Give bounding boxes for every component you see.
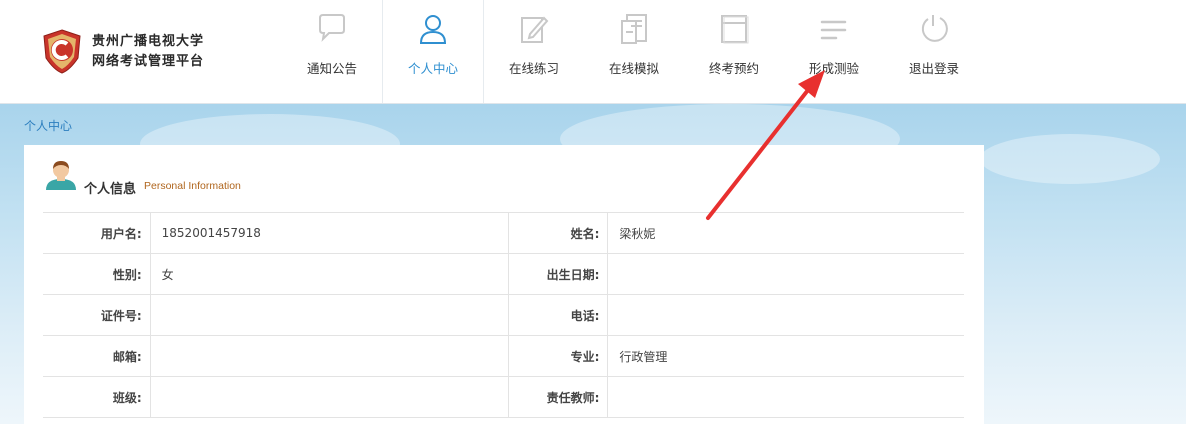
- table-row: 用户名: 1852001457918 姓名: 梁秋妮: [43, 212, 964, 254]
- nav-item-notice[interactable]: 通知公告: [282, 0, 382, 103]
- table-row: 性别: 女 出生日期:: [43, 253, 964, 295]
- field-value: [607, 376, 964, 418]
- personal-info-panel: 个人信息 Personal Information 用户名: 185200145…: [24, 145, 984, 424]
- logo-text: 贵州广播电视大学 网络考试管理平台: [92, 32, 204, 72]
- nav-label: 个人中心: [407, 61, 458, 76]
- field-value: 女: [150, 253, 509, 295]
- nav-item-logout[interactable]: 退出登录: [884, 0, 984, 103]
- nav-label: 在线练习: [508, 61, 559, 76]
- field-label: 性别:: [43, 253, 151, 295]
- field-value: [607, 253, 964, 295]
- main-nav: 通知公告 个人中心 在线练习 在线模拟 终考预约 形成测验 退出登录: [282, 0, 984, 103]
- breadcrumb[interactable]: 个人中心: [24, 117, 72, 134]
- pencil-edit-icon: [521, 16, 549, 43]
- field-label: 责任教师:: [508, 376, 609, 418]
- personal-info-table: 用户名: 1852001457918 姓名: 梁秋妮 性别: 女 出生日期: 证…: [43, 212, 964, 418]
- site-logo[interactable]: 贵州广播电视大学 网络考试管理平台: [40, 28, 210, 78]
- logo-line-2: 网络考试管理平台: [92, 54, 205, 69]
- user-icon: [419, 15, 447, 44]
- field-value: 行政管理: [607, 335, 964, 377]
- field-label: 证件号:: [43, 294, 151, 336]
- field-label: 班级:: [43, 376, 151, 418]
- field-value: [150, 376, 509, 418]
- nav-item-personal-center[interactable]: 个人中心: [382, 0, 484, 103]
- field-label: 邮箱:: [43, 335, 151, 377]
- nav-label: 形成测验: [808, 61, 859, 76]
- document-stack-icon: [621, 14, 647, 44]
- table-row: 邮箱: 专业: 行政管理: [43, 335, 964, 377]
- list-lines-icon: [820, 20, 847, 40]
- field-value: 1852001457918: [150, 212, 509, 254]
- field-label: 姓名:: [508, 212, 609, 254]
- logout-refresh-icon: [921, 15, 948, 42]
- field-label: 电话:: [508, 294, 609, 336]
- nav-item-formative-test[interactable]: 形成测验: [784, 0, 884, 103]
- field-label: 专业:: [508, 335, 609, 377]
- field-value: [150, 294, 509, 336]
- nav-item-online-practice[interactable]: 在线练习: [484, 0, 584, 103]
- nav-item-online-mock[interactable]: 在线模拟: [584, 0, 684, 103]
- field-value: [607, 294, 964, 336]
- panel-title-cn: 个人信息: [84, 182, 137, 197]
- logo-line-1: 贵州广播电视大学: [92, 34, 205, 49]
- person-avatar-icon: [46, 161, 76, 190]
- nav-label: 通知公告: [306, 61, 357, 76]
- field-value: 梁秋妮: [607, 212, 964, 254]
- nav-label: 在线模拟: [608, 61, 659, 76]
- university-logo-icon: [43, 29, 81, 74]
- field-label: 用户名:: [43, 212, 151, 254]
- table-row: 班级: 责任教师:: [43, 376, 964, 418]
- field-value: [150, 335, 509, 377]
- calendar-icon: [721, 15, 749, 44]
- nav-label: 终考预约: [708, 61, 759, 76]
- speech-bubble-icon: [319, 14, 345, 42]
- nav-label: 退出登录: [908, 61, 959, 76]
- field-label: 出生日期:: [508, 253, 609, 295]
- table-row: 证件号: 电话:: [43, 294, 964, 336]
- nav-item-final-exam-booking[interactable]: 终考预约: [684, 0, 784, 103]
- top-header: 贵州广播电视大学 网络考试管理平台 通知公告 个人中心 在线练习 在线模拟 终考…: [0, 0, 1186, 104]
- panel-title-en: Personal Information: [144, 180, 241, 192]
